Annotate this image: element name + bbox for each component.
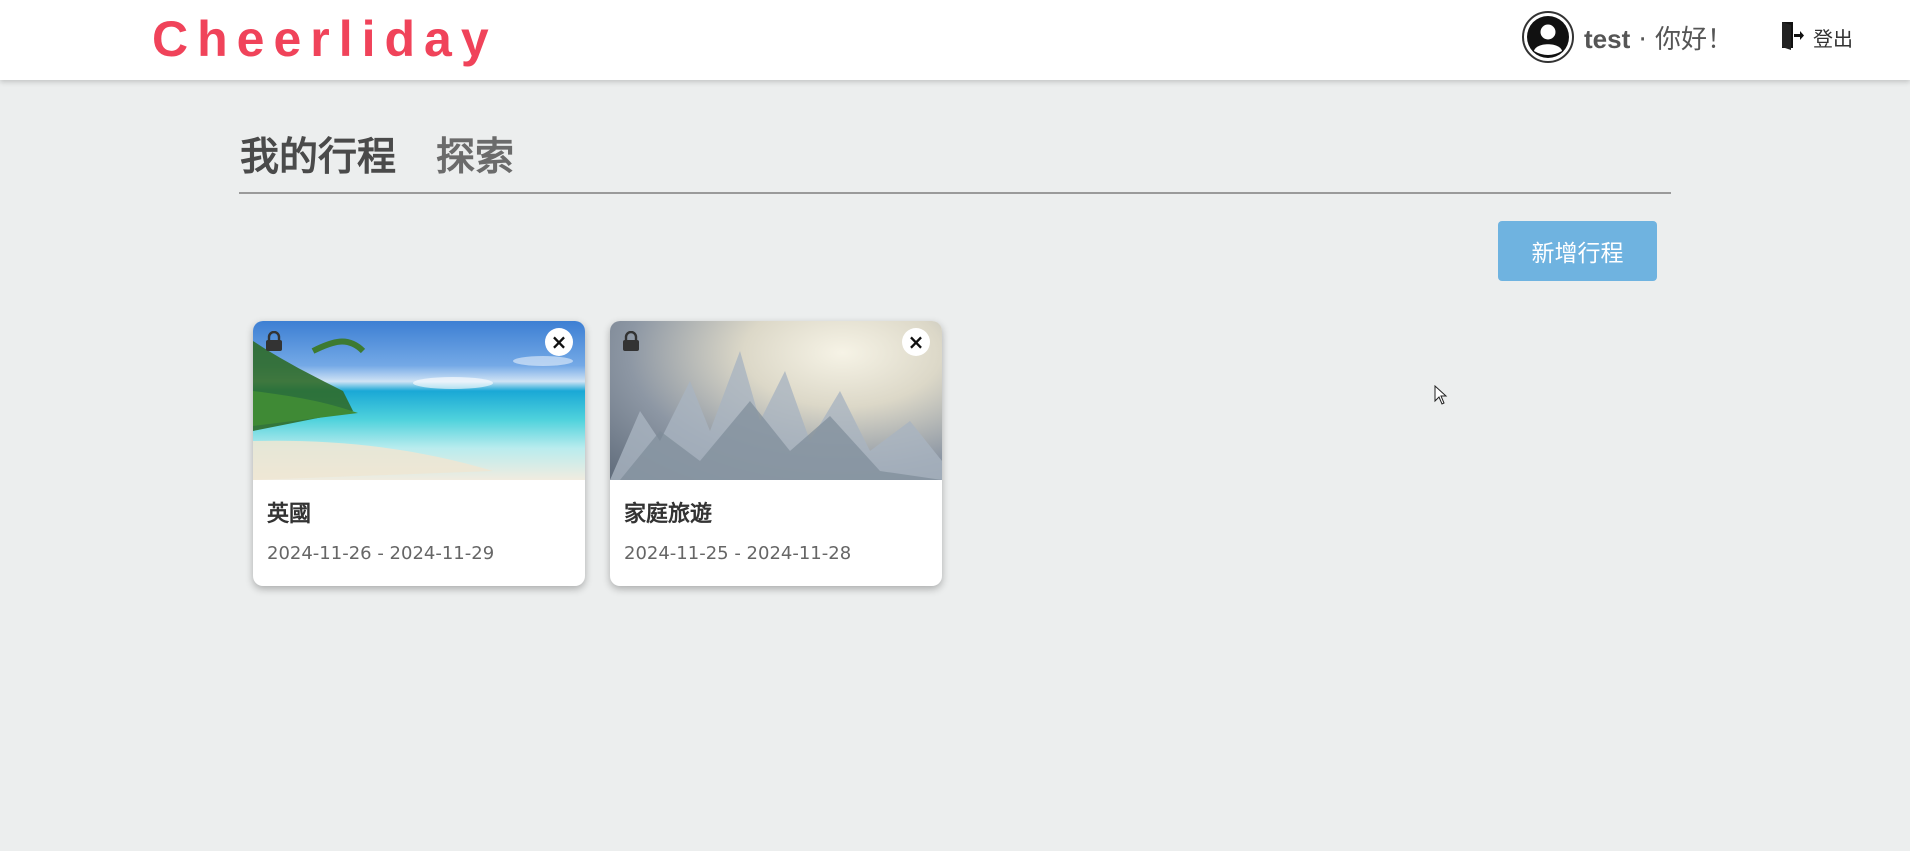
tabs-divider [239,192,1671,194]
logout-label: 登出 [1813,26,1853,51]
close-icon[interactable]: × [545,328,573,356]
trip-dates: 2024-11-25 - 2024-11-28 [624,543,852,564]
trip-title: 家庭旅遊 [624,502,713,527]
username: test [1584,23,1631,54]
trip-title: 英國 [267,502,312,527]
lock-icon [265,330,283,355]
user-menu[interactable]: test · 你好！ [1522,11,1733,63]
door-exit-icon [1779,20,1805,54]
logout-button[interactable]: 登出 [1779,20,1853,54]
tab-explore[interactable]: 探索 [436,126,514,182]
tab-my-trips[interactable]: 我的行程 [240,126,396,182]
add-trip-button[interactable]: 新增行程 [1498,221,1657,281]
trip-card[interactable]: × 英國 2024-11-26 - 2024-11-29 [253,321,585,586]
greeting-text: · 你好！ [1638,24,1734,55]
user-avatar-icon[interactable] [1522,11,1574,63]
top-nav-bar: Cheerliday test · 你好！ 登出 [0,0,1910,80]
trip-cover-image: × [610,321,942,480]
mouse-cursor-icon [1434,384,1448,409]
lock-icon [622,330,640,355]
app-logo[interactable]: Cheerliday [152,10,498,68]
trip-cover-image: × [253,321,585,480]
trip-dates: 2024-11-26 - 2024-11-29 [267,543,495,564]
view-tabs: 我的行程 探索 [240,126,514,182]
close-icon[interactable]: × [902,328,930,356]
trip-card[interactable]: × 家庭旅遊 2024-11-25 - 2024-11-28 [610,321,942,586]
user-greeting: test · 你好！ [1584,19,1733,56]
